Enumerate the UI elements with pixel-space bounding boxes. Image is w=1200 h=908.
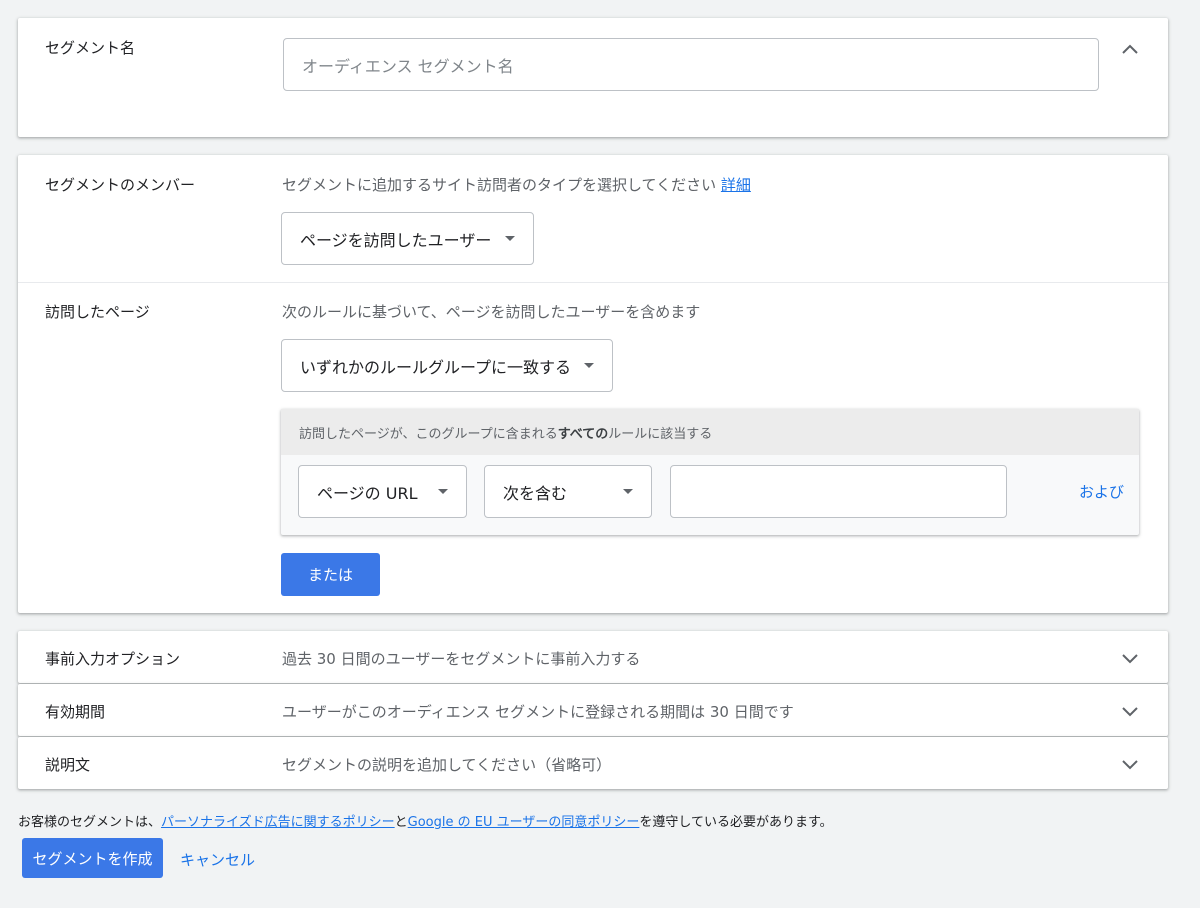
chevron-down-icon[interactable] [1120,754,1140,774]
rule-operator-selected: 次を含む [503,480,567,504]
duration-option-label: 有効期間 [45,701,105,722]
create-segment-button[interactable]: セグメントを作成 [22,838,163,878]
members-label: セグメントのメンバー [45,174,195,195]
section-divider [18,282,1168,283]
chevron-up-icon[interactable] [1120,39,1140,59]
segment-name-placeholder: オーディエンス セグメント名 [302,53,514,77]
rule-header-bold: すべての [558,423,609,442]
segment-name-input[interactable]: オーディエンス セグメント名 [283,38,1099,91]
duration-option-summary: ユーザーがこのオーディエンス セグメントに登録される期間は 30 日間です [282,701,794,722]
eu-consent-policy-link[interactable]: Google の EU ユーザーの同意ポリシー [408,815,640,830]
rule-match-selected: いずれかのルールグループに一致する [300,354,571,378]
cancel-link[interactable]: キャンセル [180,849,255,870]
rule-field-dropdown[interactable]: ページの URL [298,465,467,518]
description-option-row[interactable]: 説明文 セグメントの説明を追加してください（省略可） [18,737,1168,789]
visited-pages-description: 次のルールに基づいて、ページを訪問したユーザーを含めます [282,301,700,322]
prefill-option-label: 事前入力オプション [45,648,180,669]
dropdown-arrow-icon [505,236,515,241]
members-description: セグメントに追加するサイト訪問者のタイプを選択してください 詳細 [282,174,751,195]
rule-value-input[interactable] [670,465,1007,518]
members-type-dropdown[interactable]: ページを訪問したユーザー [281,212,534,265]
chevron-down-icon[interactable] [1120,648,1140,668]
or-button[interactable]: または [281,553,380,596]
rule-header-prefix: 訪問したページが、このグループに含まれる [299,423,558,442]
members-description-text: セグメントに追加するサイト訪問者のタイプを選択してください [282,176,716,194]
rule-group-header: 訪問したページが、このグループに含まれるすべてのルールに該当する [281,409,1139,455]
dropdown-arrow-icon [623,489,633,494]
rule-field-selected: ページの URL [317,480,418,504]
members-type-selected: ページを訪問したユーザー [300,227,491,251]
segment-rules-card: セグメントのメンバー セグメントに追加するサイト訪問者のタイプを選択してください… [18,155,1168,613]
rule-match-dropdown[interactable]: いずれかのルールグループに一致する [281,339,613,392]
personalized-ads-policy-link[interactable]: パーソナライズド広告に関するポリシー [161,815,395,830]
prefill-option-summary: 過去 30 日間のユーザーをセグメントに事前入力する [282,648,640,669]
and-link[interactable]: および [1079,481,1124,502]
dropdown-arrow-icon [438,489,448,494]
duration-option-row[interactable]: 有効期間 ユーザーがこのオーディエンス セグメントに登録される期間は 30 日間… [18,684,1168,736]
description-option-label: 説明文 [45,754,90,775]
details-link[interactable]: 詳細 [721,176,751,194]
segment-name-label: セグメント名 [45,37,135,58]
segment-name-card: セグメント名 オーディエンス セグメント名 [18,18,1168,137]
rule-group: 訪問したページが、このグループに含まれるすべてのルールに該当する ページの UR… [281,409,1139,535]
description-option-summary: セグメントの説明を追加してください（省略可） [282,754,611,775]
visited-pages-label: 訪問したページ [45,301,150,322]
policy-notice: お客様のセグメントは、パーソナライズド広告に関するポリシーとGoogle の E… [18,811,833,830]
policy-suffix: を遵守している必要があります。 [639,815,832,830]
dropdown-arrow-icon [584,363,594,368]
policy-mid: と [395,815,408,830]
prefill-option-row[interactable]: 事前入力オプション 過去 30 日間のユーザーをセグメントに事前入力する [18,631,1168,683]
chevron-down-icon[interactable] [1120,701,1140,721]
rule-header-suffix: ルールに該当する [608,423,712,442]
policy-prefix: お客様のセグメントは、 [18,815,161,830]
rule-operator-dropdown[interactable]: 次を含む [484,465,652,518]
